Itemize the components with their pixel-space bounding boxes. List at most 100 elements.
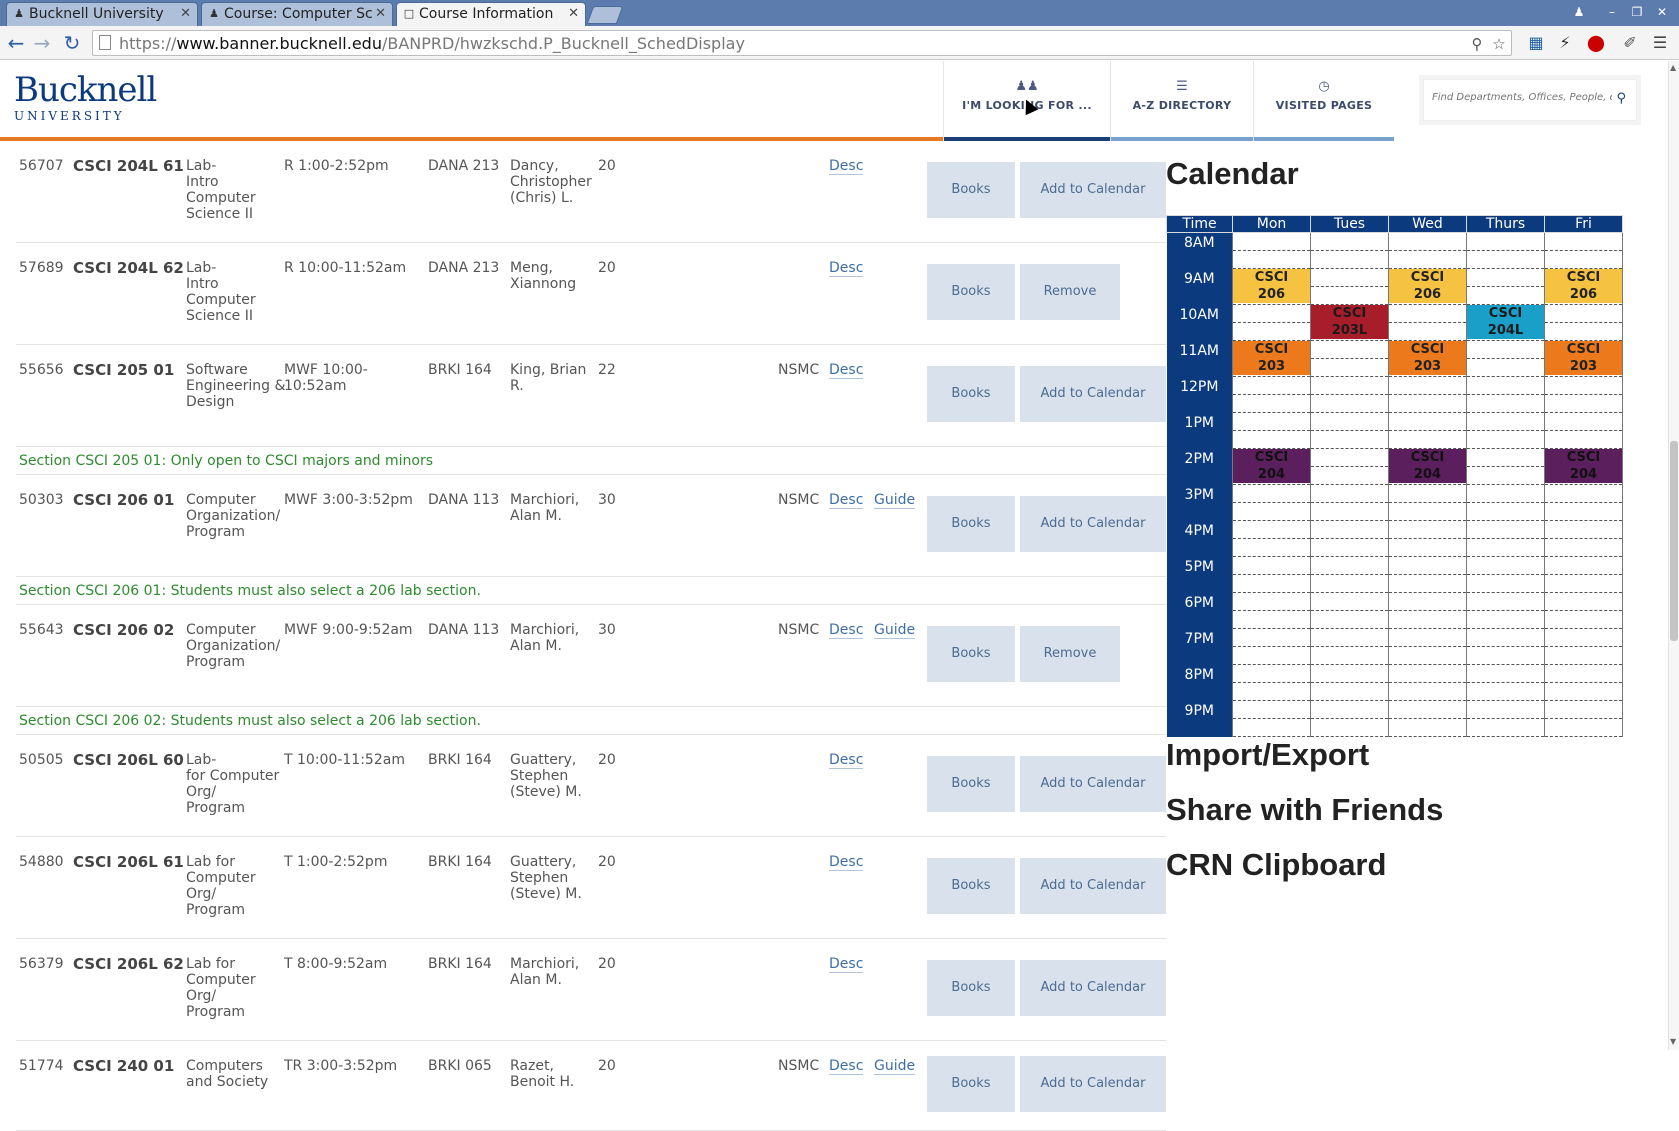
calendar-cell[interactable] — [1388, 610, 1467, 629]
calendar-cell[interactable] — [1388, 250, 1467, 269]
calendar-cell[interactable] — [1388, 502, 1467, 521]
calendar-cell[interactable] — [1388, 286, 1467, 305]
calendar-cell[interactable] — [1466, 502, 1545, 521]
calendar-cell[interactable] — [1388, 574, 1467, 593]
calendar-cell[interactable] — [1544, 232, 1623, 251]
calendar-cell[interactable] — [1544, 646, 1623, 665]
calendar-cell[interactable] — [1232, 592, 1311, 611]
restore-icon[interactable]: ❐ — [1626, 3, 1648, 21]
calendar-cell[interactable] — [1232, 430, 1311, 449]
close-tab-icon[interactable]: ✕ — [180, 3, 191, 25]
calendar-cell[interactable] — [1388, 538, 1467, 557]
calendar-cell[interactable] — [1466, 484, 1545, 503]
crn-clipboard-heading[interactable]: CRN Clipboard — [1166, 847, 1386, 883]
calendar-cell[interactable] — [1310, 646, 1389, 665]
address-bar[interactable]: https://www.banner.bucknell.edu/BANPRD/h… — [92, 30, 1512, 56]
calendar-cell[interactable] — [1232, 466, 1311, 485]
books-button[interactable]: Books — [927, 626, 1015, 682]
calendar-cell[interactable] — [1466, 250, 1545, 269]
calendar-cell[interactable] — [1232, 574, 1311, 593]
calendar-cell[interactable] — [1310, 322, 1389, 341]
import-export-heading[interactable]: Import/Export — [1166, 737, 1369, 773]
desc-link[interactable]: Desc — [829, 956, 864, 973]
calendar-cell[interactable] — [1544, 286, 1623, 305]
desc-link[interactable]: Desc — [829, 752, 864, 769]
calendar-cell[interactable] — [1232, 232, 1311, 251]
calendar-cell[interactable] — [1544, 250, 1623, 269]
bucknell-logo[interactable]: Bucknell UNIVERSITY — [14, 71, 157, 123]
calendar-cell[interactable] — [1310, 556, 1389, 575]
search-icon[interactable]: ⚲ — [1468, 35, 1486, 53]
calendar-cell[interactable] — [1466, 682, 1545, 701]
calendar-cell[interactable] — [1310, 592, 1389, 611]
calendar-cell[interactable] — [1544, 682, 1623, 701]
calendar-cell[interactable] — [1388, 718, 1467, 737]
calendar-cell[interactable] — [1388, 358, 1467, 377]
calendar-cell[interactable] — [1388, 592, 1467, 611]
desc-link[interactable]: Desc — [829, 1058, 864, 1075]
calendar-cell[interactable] — [1388, 664, 1467, 683]
calendar-cell[interactable] — [1544, 556, 1623, 575]
calendar-cell[interactable] — [1466, 376, 1545, 395]
calendar-cell[interactable] — [1232, 394, 1311, 413]
calendar-cell[interactable] — [1544, 664, 1623, 683]
calendar-cell[interactable] — [1466, 340, 1545, 359]
calendar-cell[interactable] — [1232, 610, 1311, 629]
desc-link[interactable]: Desc — [829, 260, 864, 277]
calendar-cell[interactable] — [1466, 610, 1545, 629]
calendar-cell[interactable] — [1388, 304, 1467, 323]
calendar-cell[interactable] — [1544, 520, 1623, 539]
calendar-cell[interactable] — [1310, 628, 1389, 647]
calendar-cell[interactable] — [1232, 304, 1311, 323]
calendar-cell[interactable] — [1466, 664, 1545, 683]
calendar-cell[interactable] — [1310, 718, 1389, 737]
calendar-cell[interactable] — [1310, 394, 1389, 413]
calendar-cell[interactable] — [1466, 538, 1545, 557]
add-to-calendar-button[interactable]: Add to Calendar — [1020, 858, 1166, 914]
calendar-cell[interactable] — [1466, 700, 1545, 719]
calendar-cell[interactable] — [1232, 250, 1311, 269]
remove-button[interactable]: Remove — [1020, 626, 1120, 682]
calendar-cell[interactable] — [1544, 610, 1623, 629]
remove-button[interactable]: Remove — [1020, 264, 1120, 320]
calendar-cell[interactable]: CSCI 203 — [1544, 340, 1623, 375]
calendar-cell[interactable]: CSCI 203 — [1232, 340, 1311, 375]
extension-grid-icon[interactable]: ▦ — [1526, 33, 1546, 53]
calendar-cell[interactable] — [1232, 502, 1311, 521]
desc-link[interactable]: Desc — [829, 622, 864, 639]
calendar-cell[interactable] — [1388, 646, 1467, 665]
books-button[interactable]: Books — [927, 264, 1015, 320]
calendar-cell[interactable] — [1544, 430, 1623, 449]
calendar-cell[interactable] — [1232, 556, 1311, 575]
calendar-cell[interactable] — [1232, 700, 1311, 719]
calendar-cell[interactable]: CSCI 203 — [1388, 340, 1467, 375]
calendar-cell[interactable] — [1466, 448, 1545, 467]
reload-icon[interactable]: ↻ — [60, 31, 84, 55]
calendar-cell[interactable] — [1310, 520, 1389, 539]
calendar-cell[interactable] — [1388, 394, 1467, 413]
calendar-cell[interactable] — [1544, 358, 1623, 377]
calendar-cell[interactable] — [1466, 556, 1545, 575]
desc-link[interactable]: Desc — [829, 492, 864, 509]
page-scrollbar[interactable]: ▲ ▼ — [1668, 61, 1679, 1050]
calendar-cell[interactable] — [1232, 412, 1311, 431]
calendar-cell[interactable] — [1388, 232, 1467, 251]
user-icon[interactable]: ♟ — [1568, 3, 1590, 21]
menu-icon[interactable]: ☰ — [1650, 33, 1670, 53]
calendar-cell[interactable]: CSCI 204L — [1466, 304, 1545, 339]
calendar-cell[interactable] — [1544, 484, 1623, 503]
close-window-icon[interactable]: ✕ — [1651, 3, 1673, 21]
calendar-cell[interactable] — [1310, 466, 1389, 485]
calendar-cell[interactable]: CSCI 206 — [1232, 268, 1311, 303]
calendar-cell[interactable] — [1388, 628, 1467, 647]
calendar-cell[interactable] — [1232, 484, 1311, 503]
calendar-cell[interactable] — [1232, 718, 1311, 737]
calendar-cell[interactable] — [1388, 700, 1467, 719]
calendar-cell[interactable] — [1310, 484, 1389, 503]
calendar-cell[interactable] — [1310, 430, 1389, 449]
calendar-cell[interactable] — [1544, 592, 1623, 611]
scroll-thumb[interactable] — [1670, 441, 1678, 641]
nav-a-z-directory[interactable]: ☰ A-Z DIRECTORY — [1110, 61, 1253, 141]
calendar-cell[interactable] — [1466, 520, 1545, 539]
calendar-cell[interactable] — [1466, 286, 1545, 305]
